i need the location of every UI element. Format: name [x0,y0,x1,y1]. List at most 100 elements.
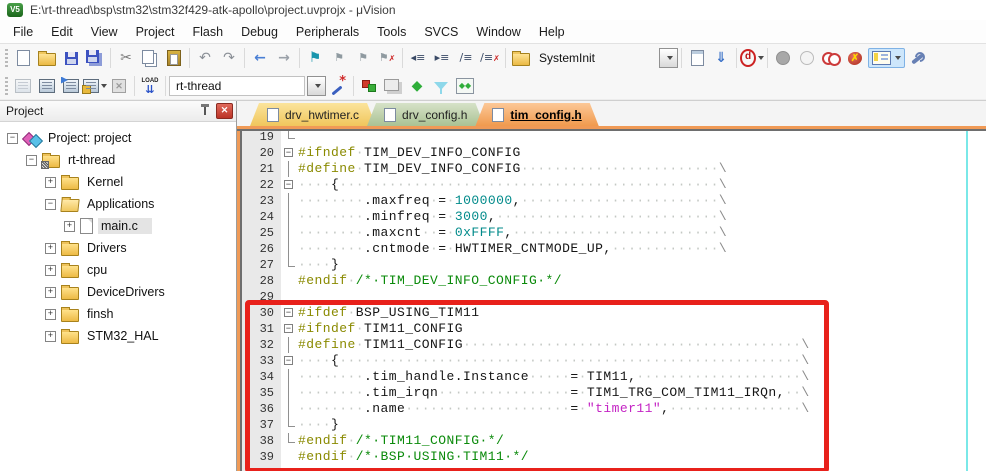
code-text[interactable]: ····} [298,417,986,433]
fold-collapse-icon[interactable]: − [284,324,293,333]
find-in-files-button[interactable] [509,47,533,69]
line-number[interactable]: 19 [242,131,281,145]
line-number[interactable]: 22 [242,177,281,193]
code-text[interactable]: ········.maxfreq·=·1000000,·············… [298,193,986,209]
fold-margin[interactable]: − [281,321,298,337]
code-text[interactable]: ········.tim_handle.Instance·····=·TIM11… [298,369,986,385]
menu-window[interactable]: Window [467,22,529,42]
uncomment-selection-button[interactable]: /≡✗ [478,47,502,69]
open-file-button[interactable] [35,47,59,69]
fold-collapse-icon[interactable]: − [284,356,293,365]
paste-button[interactable] [162,47,186,69]
close-panel-button[interactable]: ✕ [216,103,233,119]
expand-toggle-icon[interactable]: + [45,177,56,188]
tree-item-stm32-hal[interactable]: +STM32_HAL [0,325,236,347]
fold-margin[interactable] [281,337,298,353]
menu-edit[interactable]: Edit [42,22,82,42]
debug-search-button[interactable]: d [740,47,764,69]
expand-toggle-icon[interactable]: + [45,243,56,254]
line-number[interactable]: 37 [242,417,281,433]
fold-margin[interactable] [281,369,298,385]
code-text[interactable]: #endif·/*·BSP·USING·TIM11·*/ [298,449,986,465]
expand-toggle-icon[interactable]: + [45,331,56,342]
tree-item-applications[interactable]: −Applications [0,193,236,215]
line-number[interactable]: 26 [242,241,281,257]
indent-button[interactable]: ▸≡ [430,47,454,69]
download-flash-button[interactable]: LOAD⇊ [138,75,162,97]
menu-debug[interactable]: Debug [232,22,287,42]
line-number[interactable]: 30 [242,305,281,321]
expand-toggle-icon[interactable]: − [45,199,56,210]
expand-toggle-icon[interactable]: + [45,265,56,276]
target-select-dropdown[interactable] [307,76,326,96]
code-text[interactable]: ····{···································… [298,353,986,369]
fold-margin[interactable] [281,241,298,257]
expand-toggle-icon[interactable]: − [26,155,37,166]
translate-file-button[interactable] [11,75,35,97]
fold-margin[interactable] [281,273,298,289]
menu-tools[interactable]: Tools [368,22,415,42]
save-all-button[interactable] [83,47,107,69]
rebuild-all-button[interactable] [59,75,83,97]
line-number[interactable]: 36 [242,401,281,417]
code-rows[interactable]: 1920−#ifndef·TIM_DEV_INFO_CONFIG21#defin… [242,131,986,471]
code-text[interactable]: #endif·/*·TIM11_CONFIG·*/ [298,433,986,449]
line-number[interactable]: 32 [242,337,281,353]
tab-drv_config-h[interactable]: drv_config.h [367,103,484,126]
goto-definition-button[interactable]: ⇓ [709,47,733,69]
line-number[interactable]: 29 [242,289,281,305]
line-number[interactable]: 20 [242,145,281,161]
fold-margin[interactable] [281,289,298,305]
file-extensions-button[interactable] [429,75,453,97]
menu-help[interactable]: Help [530,22,574,42]
line-number[interactable]: 33 [242,353,281,369]
line-number[interactable]: 24 [242,209,281,225]
target-select[interactable]: rt-thread [169,76,305,96]
tab-tim_config-h[interactable]: tim_config.h [475,103,598,126]
build-button[interactable] [35,75,59,97]
code-text[interactable]: ········.cntmode·=·HWTIMER_CNTMODE_UP,··… [298,241,986,257]
undo-button[interactable]: ↶ [193,47,217,69]
code-text[interactable]: #ifndef·TIM11_CONFIG [298,321,986,337]
fold-margin[interactable] [281,449,298,465]
line-number[interactable]: 39 [242,449,281,465]
fold-margin[interactable] [281,385,298,401]
menu-svcs[interactable]: SVCS [415,22,467,42]
navigate-forward-button[interactable]: → [272,47,296,69]
tree-item-project-project[interactable]: −Project: project [0,127,236,149]
code-text[interactable]: #endif·/*·TIM_DEV_INFO_CONFIG·*/ [298,273,986,289]
fold-margin[interactable] [281,417,298,433]
code-text[interactable]: #ifdef·BSP_USING_TIM11 [298,305,986,321]
bookmark-clear-all-button[interactable]: ⚑✗ [375,47,399,69]
fold-collapse-icon[interactable]: − [284,180,293,189]
fold-margin[interactable] [281,465,298,471]
tree-item-rt-thread[interactable]: −rt-thread [0,149,236,171]
code-text[interactable]: #define·TIM_DEV_INFO_CONFIG·············… [298,161,986,177]
bookmark-previous-button[interactable]: ⚑ [327,47,351,69]
line-number[interactable]: 28 [242,273,281,289]
expand-toggle-icon[interactable]: + [45,287,56,298]
expand-toggle-icon[interactable]: + [45,309,56,320]
fold-margin[interactable] [281,257,298,273]
menu-file[interactable]: File [4,22,42,42]
fold-collapse-icon[interactable]: − [284,148,293,157]
tab-drv_hwtimer-c[interactable]: drv_hwtimer.c [250,103,376,126]
navigate-back-button[interactable]: ← [248,47,272,69]
fold-margin[interactable] [281,401,298,417]
line-number[interactable]: 25 [242,225,281,241]
line-number[interactable]: 40 [242,465,281,471]
fold-margin[interactable]: − [281,145,298,161]
new-file-button[interactable] [11,47,35,69]
code-text[interactable]: #ifndef·TIM_DEV_INFO_CONFIG [298,145,986,161]
fold-margin[interactable] [281,193,298,209]
expand-toggle-icon[interactable]: − [7,133,18,144]
code-text[interactable]: ········.name····················=·"time… [298,401,986,417]
fold-margin[interactable] [281,209,298,225]
tree-item-devicedrivers[interactable]: +DeviceDrivers [0,281,236,303]
save-button[interactable] [59,47,83,69]
fold-margin[interactable] [281,161,298,177]
comment-selection-button[interactable]: /≡ [454,47,478,69]
menu-view[interactable]: View [82,22,127,42]
fold-margin[interactable] [281,225,298,241]
line-number[interactable]: 38 [242,433,281,449]
